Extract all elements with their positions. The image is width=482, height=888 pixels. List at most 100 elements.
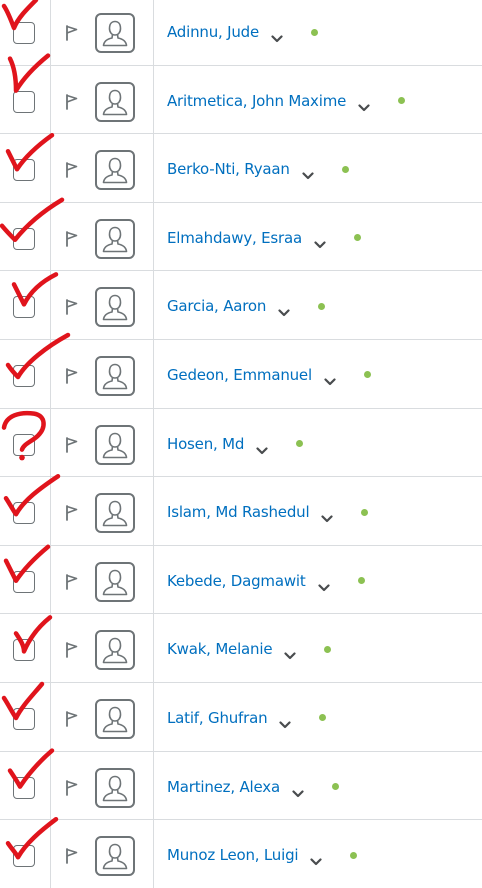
- column-divider: [50, 271, 51, 339]
- table-row: Aritmetica, John Maxime: [0, 64, 482, 134]
- student-name-link[interactable]: Latif, Ghufran: [167, 709, 268, 727]
- column-divider: [50, 134, 51, 202]
- student-name-link[interactable]: Hosen, Md: [167, 435, 244, 453]
- select-student-checkbox[interactable]: [13, 707, 35, 730]
- select-student-checkbox[interactable]: [13, 639, 35, 662]
- table-row: Munoz Leon, Luigi: [0, 819, 482, 888]
- column-divider: [153, 820, 154, 888]
- flag-icon[interactable]: [64, 230, 80, 248]
- table-row: Kwak, Melanie: [0, 613, 482, 682]
- select-student-checkbox[interactable]: [13, 502, 35, 525]
- user-avatar-icon: [95, 287, 135, 328]
- user-avatar-icon: [95, 424, 135, 465]
- flag-icon[interactable]: [64, 436, 80, 454]
- flag-icon[interactable]: [64, 161, 80, 179]
- flag-icon[interactable]: [64, 367, 80, 385]
- online-status-dot: [354, 234, 361, 242]
- select-student-checkbox[interactable]: [13, 296, 35, 319]
- chevron-down-icon[interactable]: [317, 577, 330, 591]
- student-name-link[interactable]: Martinez, Alexa: [167, 778, 280, 796]
- student-name-cell: Adinnu, Jude: [167, 22, 319, 43]
- chevron-down-icon[interactable]: [310, 851, 322, 866]
- chevron-down-icon[interactable]: [314, 234, 326, 248]
- column-divider: [50, 614, 51, 682]
- table-row: Kebede, Dagmawit: [0, 544, 482, 614]
- flag-icon[interactable]: [64, 847, 80, 865]
- student-name-link[interactable]: Kebede, Dagmawit: [167, 572, 306, 590]
- table-row: Hosen, Md: [0, 407, 482, 477]
- flag-icon[interactable]: [64, 641, 80, 659]
- column-divider: [153, 65, 154, 134]
- user-avatar-icon: [95, 698, 135, 739]
- chevron-down-icon[interactable]: [321, 508, 334, 523]
- column-divider: [153, 477, 154, 545]
- flag-icon[interactable]: [64, 93, 80, 111]
- student-name-link[interactable]: Gedeon, Emmanuel: [167, 366, 312, 384]
- column-divider: [50, 0, 51, 65]
- column-divider: [153, 271, 154, 339]
- online-status-dot: [398, 97, 406, 105]
- student-name-link[interactable]: Munoz Leon, Luigi: [167, 846, 299, 864]
- user-avatar-icon: [95, 355, 135, 396]
- select-student-checkbox[interactable]: [13, 90, 35, 113]
- select-student-checkbox[interactable]: [13, 776, 35, 799]
- student-name-link[interactable]: Islam, Md Rashedul: [167, 503, 310, 521]
- flag-icon[interactable]: [64, 710, 80, 728]
- flag-icon[interactable]: [64, 779, 80, 797]
- select-student-checkbox[interactable]: [13, 570, 35, 593]
- user-avatar-icon: [95, 836, 135, 877]
- student-name-link[interactable]: Kwak, Melanie: [167, 640, 273, 658]
- column-divider: [153, 408, 154, 477]
- table-row: Gedeon, Emmanuel: [0, 338, 482, 408]
- chevron-down-icon[interactable]: [278, 302, 290, 317]
- column-divider: [153, 0, 154, 65]
- chevron-down-icon[interactable]: [292, 783, 304, 797]
- online-status-dot: [341, 165, 349, 173]
- student-name-link[interactable]: Aritmetica, John Maxime: [167, 92, 346, 110]
- student-name-cell: Elmahdawy, Esraa: [167, 228, 361, 248]
- select-student-checkbox[interactable]: [13, 433, 35, 456]
- chevron-down-icon[interactable]: [358, 97, 370, 111]
- column-divider: [153, 751, 154, 820]
- online-status-dot: [296, 440, 304, 448]
- flag-icon[interactable]: [64, 24, 80, 42]
- chevron-down-icon[interactable]: [284, 645, 296, 660]
- select-student-checkbox[interactable]: [13, 159, 35, 182]
- student-roster-list: Adinnu, Jude Aritmetica, John Maxime Berko…: [0, 0, 482, 888]
- flag-icon[interactable]: [64, 573, 80, 591]
- chevron-down-icon[interactable]: [256, 440, 268, 454]
- select-student-checkbox[interactable]: [13, 227, 35, 250]
- student-name-cell: Martinez, Alexa: [167, 777, 339, 797]
- chevron-down-icon[interactable]: [279, 714, 292, 729]
- student-name-cell: Kebede, Dagmawit: [167, 571, 365, 591]
- column-divider: [50, 820, 51, 888]
- online-status-dot: [319, 714, 327, 722]
- student-name-link[interactable]: Adinnu, Jude: [167, 23, 259, 41]
- column-divider: [50, 751, 51, 820]
- column-divider: [50, 202, 51, 271]
- student-name-link[interactable]: Garcia, Aaron: [167, 297, 266, 315]
- column-divider: [153, 545, 154, 614]
- online-status-dot: [361, 508, 369, 516]
- column-divider: [50, 545, 51, 614]
- student-name-link[interactable]: Elmahdawy, Esraa: [167, 229, 302, 247]
- online-status-dot: [318, 302, 326, 310]
- student-name-link[interactable]: Berko-Nti, Ryaan: [167, 160, 290, 178]
- student-name-cell: Berko-Nti, Ryaan: [167, 159, 349, 180]
- select-student-checkbox[interactable]: [13, 22, 35, 44]
- online-status-dot: [357, 577, 365, 585]
- column-divider: [153, 134, 154, 202]
- user-avatar-icon: [95, 218, 135, 259]
- chevron-down-icon[interactable]: [271, 28, 283, 43]
- user-avatar-icon: [95, 561, 135, 602]
- chevron-down-icon[interactable]: [324, 371, 336, 386]
- flag-icon[interactable]: [64, 298, 80, 316]
- chevron-down-icon[interactable]: [302, 165, 314, 180]
- select-student-checkbox[interactable]: [13, 845, 35, 868]
- select-student-checkbox[interactable]: [13, 364, 35, 387]
- column-divider: [50, 682, 51, 751]
- student-name-cell: Aritmetica, John Maxime: [167, 91, 406, 111]
- table-row: Berko-Nti, Ryaan: [0, 133, 482, 202]
- online-status-dot: [324, 645, 332, 653]
- flag-icon[interactable]: [64, 504, 80, 522]
